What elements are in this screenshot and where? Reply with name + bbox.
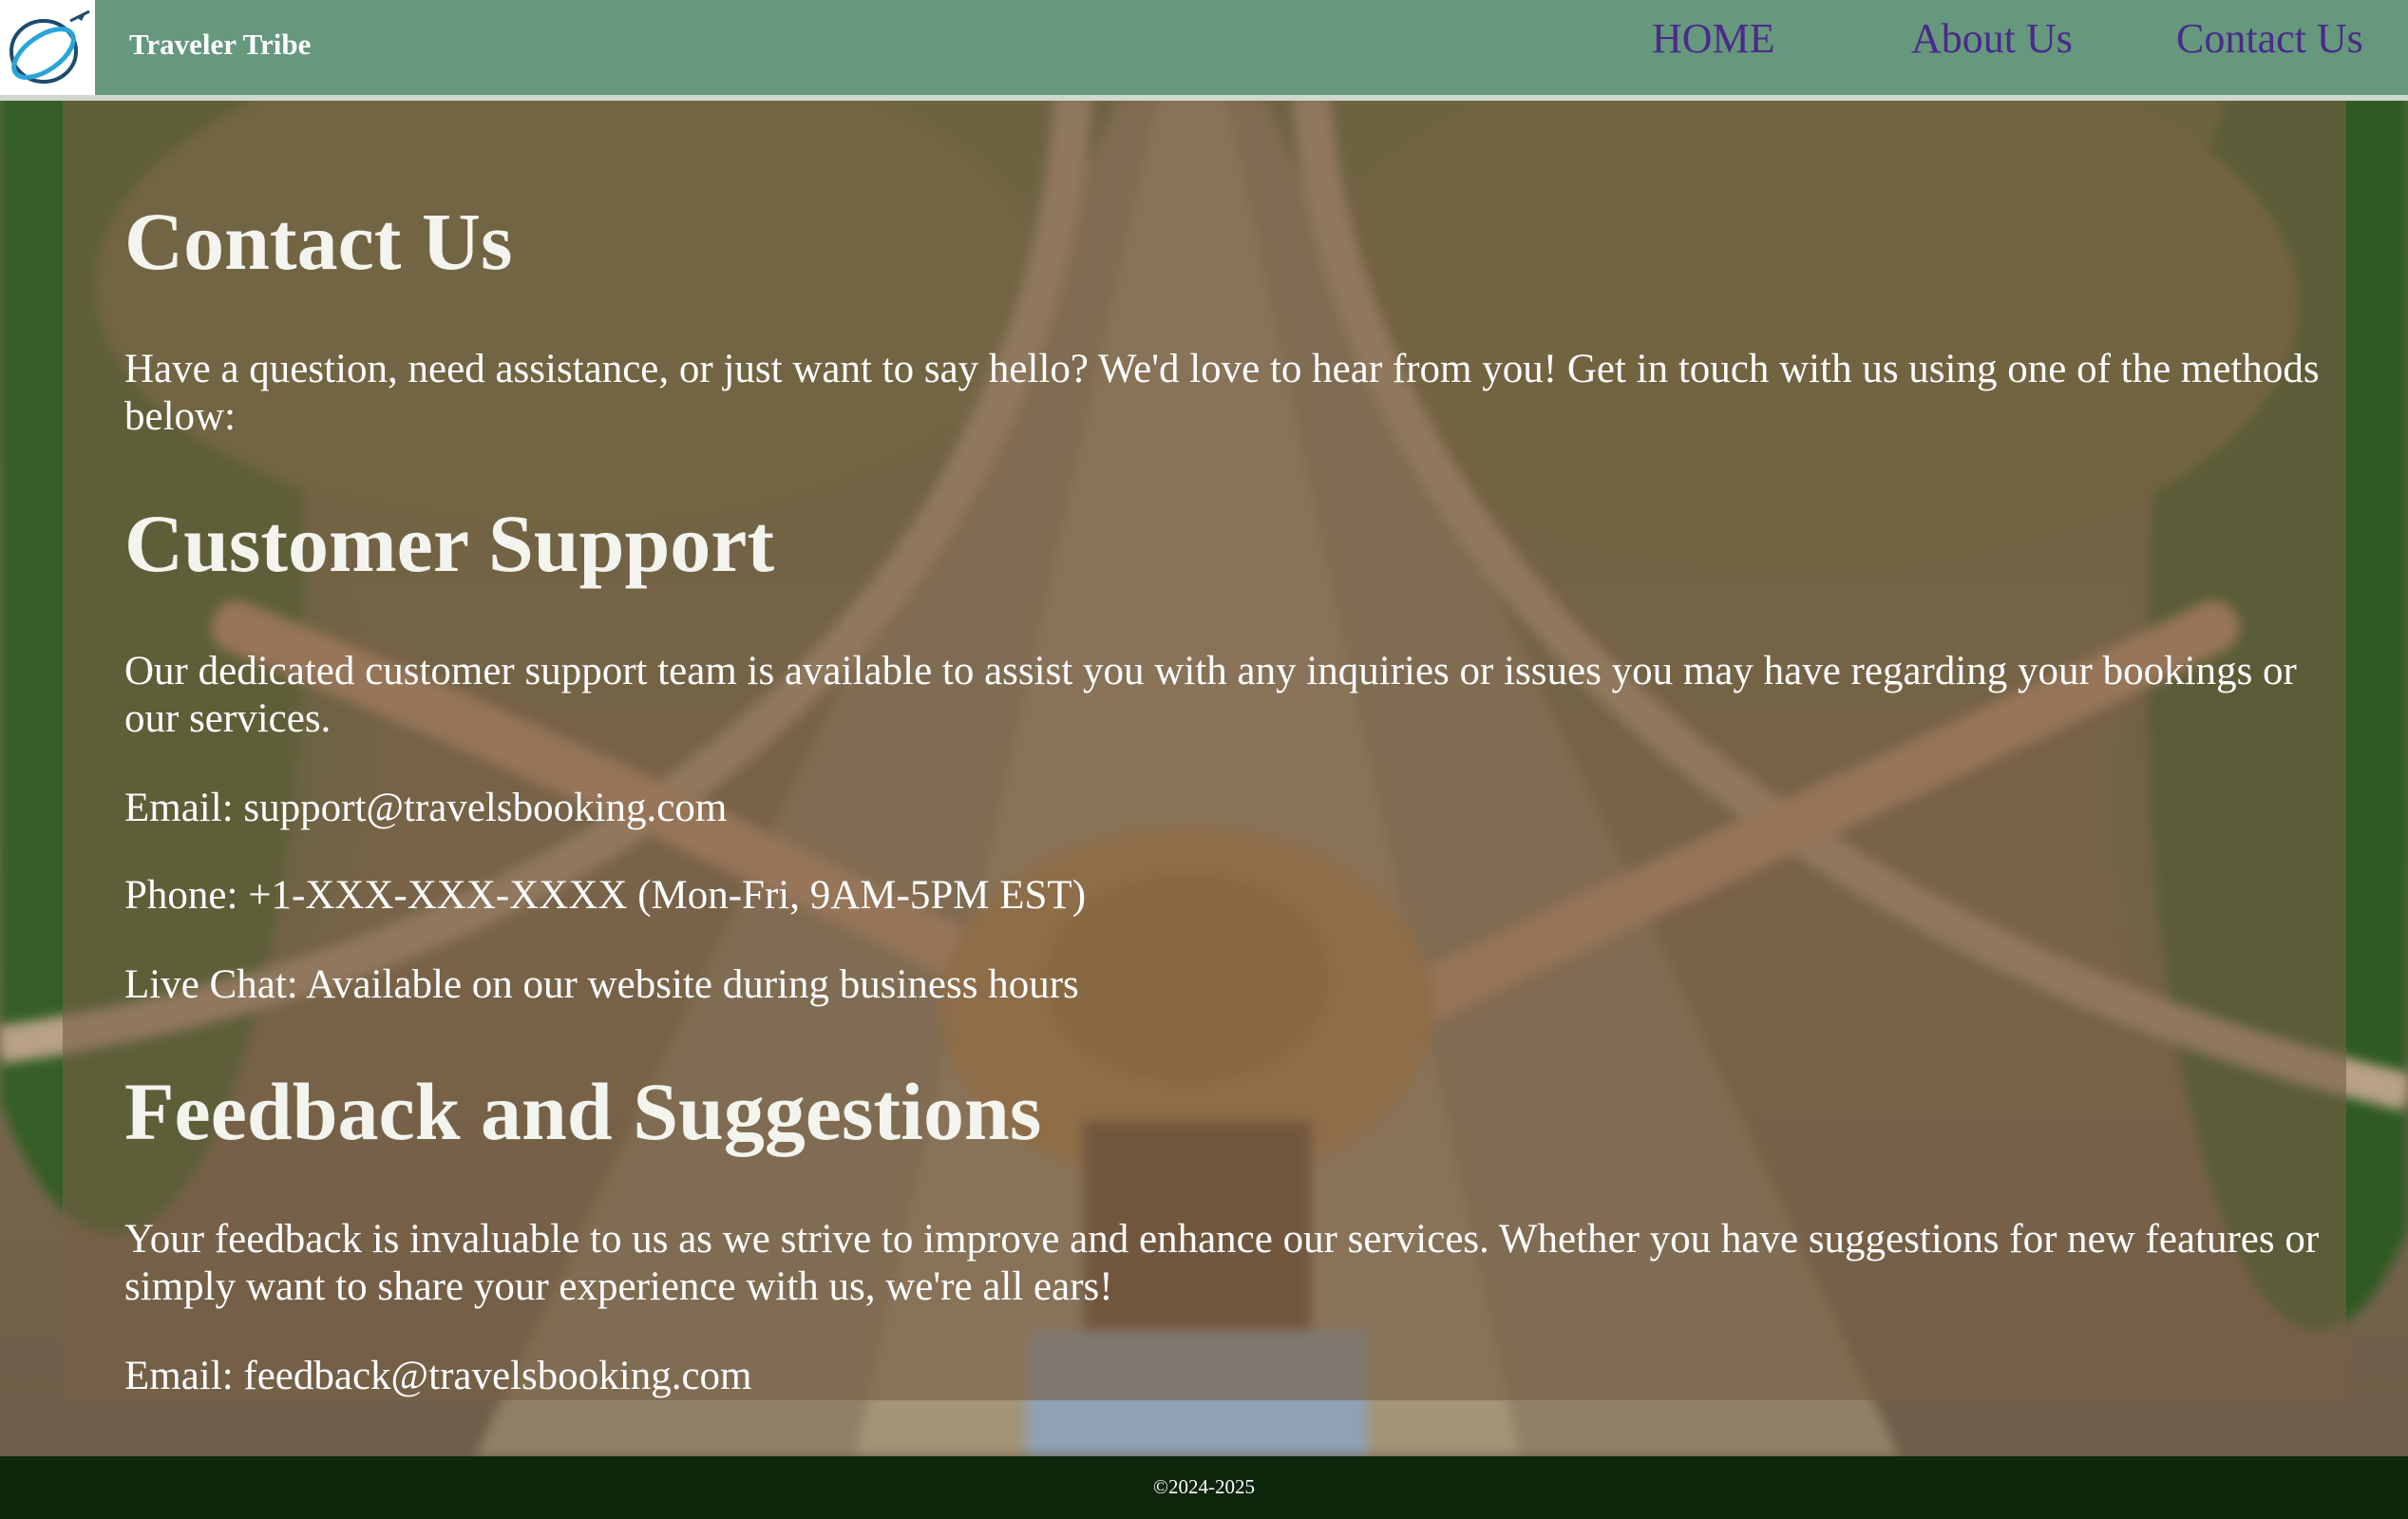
content-panel xyxy=(63,101,2346,1400)
nav-home-link[interactable]: HOME xyxy=(1652,13,1775,65)
nav-about-link[interactable]: About Us xyxy=(1911,13,2073,65)
customer-support-description: Our dedicated customer support team is a… xyxy=(124,649,2297,741)
feedback-heading: Feedback and Suggestions xyxy=(124,1066,1042,1157)
page-title: Contact Us xyxy=(124,196,513,287)
copyright-text: ©2024-2025 xyxy=(1153,1475,1255,1498)
support-live-chat: Live Chat: Available on our website duri… xyxy=(124,962,1079,1007)
customer-support-heading: Customer Support xyxy=(124,498,775,589)
feedback-email: Email: feedback@travelsbooking.com xyxy=(124,1354,752,1398)
footer: ©2024-2025 xyxy=(0,1456,2408,1519)
support-phone: Phone: +1-XXX-XXX-XXXX (Mon-Fri, 9AM-5PM… xyxy=(124,873,1087,918)
globe-plane-logo-icon xyxy=(9,9,90,84)
top-navbar: Traveler Tribe HOME About Us Contact Us xyxy=(0,0,2408,101)
logo[interactable] xyxy=(0,0,95,95)
nav-contact-link[interactable]: Contact Us xyxy=(2176,13,2363,65)
support-email: Email: support@travelsbooking.com xyxy=(124,786,728,830)
brand-name[interactable]: Traveler Tribe xyxy=(129,26,311,64)
feedback-description: Your feedback is invaluable to us as we … xyxy=(124,1217,2320,1309)
intro-text: Have a question, need assistance, or jus… xyxy=(124,347,2320,439)
